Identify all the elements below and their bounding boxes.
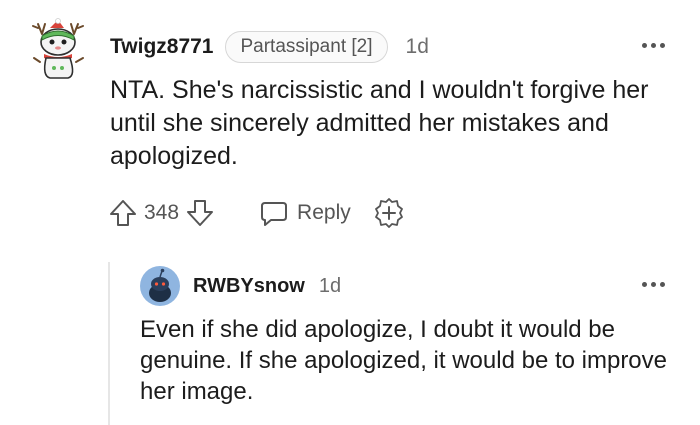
reply-timestamp: 1d [318,274,342,297]
user-flair: Partassipant [2] [225,31,388,63]
reply-more-options-icon[interactable] [642,282,665,287]
comment-actions: 348 Reply [108,196,405,230]
award-icon[interactable] [373,197,405,229]
comment-timestamp: 1d [405,35,429,58]
reply-button[interactable]: Reply [259,198,351,228]
vote-count: 348 [144,201,180,224]
reply-icon [261,202,288,226]
upvote-icon[interactable] [108,198,138,228]
comment-author[interactable]: Twigz8771 [110,35,213,59]
reply-body: Even if she did apologize, I doubt it wo… [140,316,668,405]
reply-meta: RWBYsnow 1d [193,272,341,300]
user-avatar[interactable] [28,18,90,80]
comment-thread: Twigz8771 Partassipant [2] 1d NTA. She's… [0,0,700,425]
thread-line[interactable] [108,262,110,425]
comment-body: NTA. She's narcissistic and I wouldn't f… [110,76,649,170]
more-options-icon[interactable] [642,43,665,48]
comment-meta: Twigz8771 Partassipant [2] 1d [110,31,429,63]
reply-avatar[interactable] [140,266,180,306]
reply-author[interactable]: RWBYsnow [193,275,305,298]
downvote-icon[interactable] [185,198,215,228]
reply-label: Reply [297,201,351,224]
